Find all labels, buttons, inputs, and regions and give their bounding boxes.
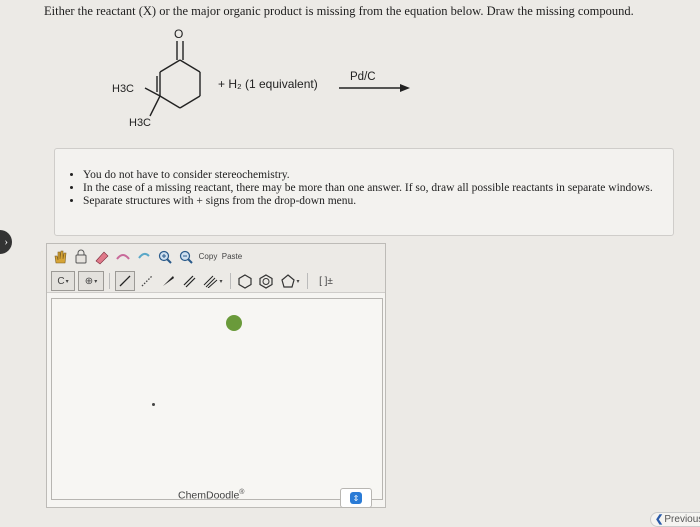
lasso-tool-icon[interactable] xyxy=(72,248,90,266)
pentagon-ring-icon[interactable]: ▾ xyxy=(278,272,302,290)
zoom-in-icon[interactable] xyxy=(156,248,174,266)
benzene-ring-icon[interactable] xyxy=(257,272,275,290)
chemdoodle-brand: ChemDoodle® xyxy=(178,489,244,502)
instructions-box: You do not have to consider stereochemis… xyxy=(54,148,674,236)
bracket-tool[interactable]: [ ]± xyxy=(313,272,339,290)
double-bond-icon[interactable] xyxy=(180,272,198,290)
zoom-out-icon[interactable] xyxy=(177,248,195,266)
reactant-structure: O H3C H3C xyxy=(112,27,410,129)
chevron-left-icon: ❮ xyxy=(655,514,664,525)
hand-tool-icon[interactable] xyxy=(51,248,69,266)
toolbar-divider xyxy=(109,273,110,289)
previous-button[interactable]: ❮Previous xyxy=(650,512,700,527)
instruction-item: You do not have to consider stereochemis… xyxy=(83,169,665,182)
ring-icon[interactable] xyxy=(236,272,254,290)
oxygen-label: O xyxy=(174,27,183,41)
reaction-equation: O H3C H3C + H₂ (1 equivalent) Pd/C xyxy=(0,0,700,140)
help-icon[interactable] xyxy=(226,315,242,331)
wedge-bond-icon[interactable] xyxy=(159,272,177,290)
drawing-canvas[interactable]: ChemDoodle® xyxy=(51,298,383,502)
structure-stepper[interactable]: ⇕ xyxy=(340,488,372,508)
reagent-text: + H₂ (1 equivalent) xyxy=(218,77,318,91)
canvas-dot xyxy=(152,403,155,406)
bracket-label: [ ]± xyxy=(319,275,333,287)
clear-icon[interactable] xyxy=(114,248,132,266)
eraser-icon[interactable] xyxy=(93,248,111,266)
undo-icon[interactable] xyxy=(135,248,153,266)
updown-arrows-icon: ⇕ xyxy=(350,492,362,504)
dashed-bond-icon[interactable] xyxy=(138,272,156,290)
single-bond-icon[interactable] xyxy=(115,271,135,291)
toolbar-divider xyxy=(307,273,308,289)
element-selector[interactable]: C ▾ xyxy=(51,271,75,291)
charge-tool[interactable]: ⊕ ▾ xyxy=(78,271,104,291)
brand-mark: ® xyxy=(239,489,245,496)
instruction-item: In the case of a missing reactant, there… xyxy=(83,182,665,195)
chemdoodle-editor: Copy Paste C ▾ ⊕ ▾ ▾ ▾ []± ChemDoodle® xyxy=(46,243,386,508)
previous-label: Previous xyxy=(664,514,700,525)
instruction-item: Separate structures with + signs from th… xyxy=(83,195,665,208)
charge-label: ⊕ xyxy=(84,275,94,287)
brand-name: ChemDoodle xyxy=(178,489,240,502)
paste-label: Paste xyxy=(221,252,243,261)
editor-toolbar: Copy Paste C ▾ ⊕ ▾ ▾ ▾ []± xyxy=(47,244,385,293)
side-tab[interactable]: › xyxy=(0,230,12,254)
catalyst-label: Pd/C xyxy=(350,71,376,83)
element-label: C xyxy=(57,275,65,287)
paste-button[interactable]: Paste xyxy=(221,248,243,266)
triple-bond-icon[interactable]: ▾ xyxy=(201,272,225,290)
methyl-label: H3C xyxy=(112,83,134,95)
toolbar-divider xyxy=(230,273,231,289)
copy-button[interactable]: Copy xyxy=(198,248,218,266)
copy-label: Copy xyxy=(198,252,218,261)
methyl-label: H3C xyxy=(129,117,151,129)
